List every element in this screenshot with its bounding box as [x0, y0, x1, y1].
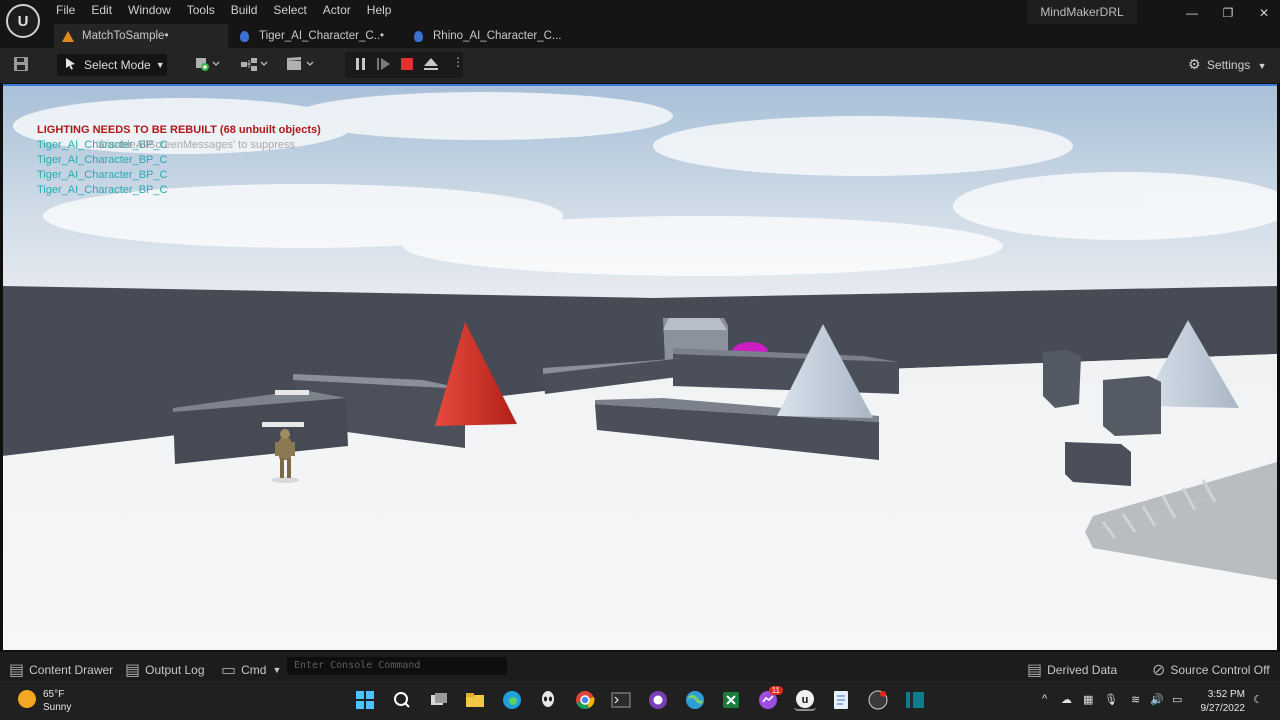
unreal-logo-icon[interactable]: U — [6, 4, 40, 38]
weather-condition: Sunny — [43, 702, 72, 713]
output-log-label: Output Log — [145, 663, 205, 677]
folder-icon: ▤ — [9, 662, 25, 679]
menu-select[interactable]: Select — [265, 0, 314, 22]
no-entry-icon: ⊘ — [1152, 662, 1166, 679]
blueprint-icon — [240, 30, 249, 42]
tab-match-to-sample[interactable]: MatchToSample• — [54, 24, 228, 48]
battery-icon[interactable]: ▭ — [1172, 693, 1182, 706]
chevron-up-icon[interactable]: ^ — [1042, 693, 1047, 705]
search-icon[interactable] — [391, 689, 413, 711]
console-input[interactable]: Enter Console Command — [287, 657, 507, 675]
lighting-warning: LIGHTING NEEDS TO BE REBUILT (68 unbuilt… — [37, 124, 321, 136]
gear-icon: ⚙ — [1188, 56, 1201, 72]
notification-badge: 11 — [768, 686, 783, 695]
blueprint-icon — [414, 30, 423, 42]
terminal-icon: ▭ — [221, 662, 237, 679]
weather-temp: 65°F — [43, 689, 65, 700]
tab-tiger-character[interactable]: Tiger_AI_Character_C..• — [228, 24, 406, 48]
cmd-dropdown[interactable]: ▭ Cmd ▼ — [221, 660, 281, 680]
system-clock[interactable]: 3:52 PM 9/27/2022 — [1197, 688, 1246, 716]
menu-actor[interactable]: Actor — [315, 0, 359, 22]
cinematics-icon[interactable] — [286, 56, 316, 75]
edge-browser-icon[interactable] — [501, 689, 523, 711]
chevron-down-icon: ▼ — [1257, 61, 1267, 71]
menu-window[interactable]: Window — [120, 0, 179, 22]
actor-message: Tiger_AI_Character_BP_C — [37, 184, 168, 196]
microphone-icon[interactable]: 🎙 — [1104, 693, 1118, 706]
tab-label: Tiger_AI_Character_C..• — [259, 30, 385, 42]
select-mode-label: Select Mode — [84, 58, 151, 72]
log-icon: ▤ — [125, 662, 141, 679]
wifi-icon[interactable]: ≋ — [1131, 693, 1140, 706]
select-mode-dropdown[interactable]: Select Mode ▼ — [57, 54, 167, 76]
menu-build[interactable]: Build — [223, 0, 266, 22]
source-control-label: Source Control Off — [1170, 663, 1270, 677]
sun-icon[interactable] — [18, 690, 36, 708]
tab-rhino-character[interactable]: Rhino_AI_Character_C... — [406, 24, 576, 48]
weather-widget[interactable]: 65°F Sunny — [43, 688, 71, 714]
tab-label: MatchToSample• — [82, 30, 169, 42]
do-not-disturb-icon[interactable]: ☾ — [1253, 693, 1263, 706]
minimize-button[interactable]: — — [1182, 6, 1202, 20]
content-drawer-button[interactable]: ▤ Content Drawer — [9, 660, 113, 680]
file-explorer-icon[interactable] — [464, 689, 486, 711]
notepad-icon[interactable] — [830, 689, 852, 711]
content-drawer-label: Content Drawer — [29, 663, 114, 677]
menu-bar: File Edit Window Tools Build Select Acto… — [48, 0, 399, 22]
menu-edit[interactable]: Edit — [83, 0, 120, 22]
save-icon[interactable] — [13, 56, 29, 75]
actor-message-row: Tiger_AI_Character_BP_C 'DisableAllScree… — [37, 138, 321, 153]
maps-app-icon[interactable] — [684, 689, 706, 711]
actor-message: Tiger_AI_Character_BP_C — [37, 169, 168, 181]
source-control-button[interactable]: ⊘ Source Control Off — [1152, 660, 1270, 680]
eject-icon[interactable] — [423, 57, 439, 74]
chevron-down-icon: ▼ — [272, 665, 282, 675]
stop-icon[interactable] — [400, 57, 414, 74]
level-icon — [62, 30, 74, 42]
clock-time: 3:52 PM — [1207, 689, 1245, 700]
obs-recorder-icon[interactable] — [867, 689, 889, 711]
output-log-button[interactable]: ▤ Output Log — [125, 660, 205, 680]
speaker-icon[interactable]: 🔊 — [1150, 693, 1164, 706]
cmd-label: Cmd — [241, 663, 267, 677]
step-icon[interactable] — [376, 57, 392, 74]
menu-help[interactable]: Help — [359, 0, 400, 22]
tab-label: Rhino_AI_Character_C... — [433, 30, 562, 42]
github-icon[interactable] — [647, 689, 669, 711]
settings-label: Settings — [1206, 58, 1251, 72]
main-toolbar — [0, 48, 1280, 83]
menu-file[interactable]: File — [48, 0, 83, 22]
document-tabs: MatchToSample• Tiger_AI_Character_C..• R… — [54, 24, 576, 48]
unreal-engine-taskbar-icon[interactable]: u — [794, 689, 816, 711]
task-view-icon[interactable] — [428, 689, 450, 711]
messenger-icon[interactable]: 11 — [757, 686, 783, 711]
excel-icon[interactable] — [720, 689, 742, 711]
actor-message: Tiger_AI_Character_BP_C — [37, 154, 168, 166]
settings-button[interactable]: ⚙ Settings ▼ — [1188, 56, 1267, 73]
screen-messages: LIGHTING NEEDS TO BE REBUILT (68 unbuilt… — [37, 123, 321, 198]
svg-text:u: u — [802, 694, 809, 706]
alienware-icon[interactable] — [537, 689, 559, 711]
derived-data-button[interactable]: ▤ Derived Data — [1027, 660, 1117, 680]
derived-data-label: Derived Data — [1047, 663, 1118, 677]
add-actor-icon[interactable] — [195, 56, 221, 75]
clock-date: 9/27/2022 — [1200, 703, 1246, 714]
chevron-down-icon: ▼ — [155, 60, 165, 70]
close-button[interactable]: ✕ — [1254, 6, 1274, 20]
terminal-app-icon[interactable] — [610, 689, 632, 711]
pause-icon[interactable] — [354, 57, 368, 74]
restore-button[interactable]: ❐ — [1218, 6, 1238, 20]
windows-start-icon[interactable] — [354, 689, 376, 711]
app-window-icon[interactable] — [904, 689, 926, 711]
more-options-icon[interactable]: ⋮ — [452, 55, 464, 69]
app-tray-icon[interactable]: ▦ — [1083, 693, 1093, 706]
cloud-icon[interactable]: ☁ — [1061, 693, 1072, 706]
menu-tools[interactable]: Tools — [179, 0, 223, 22]
database-icon: ▤ — [1027, 662, 1043, 679]
project-name: MindMakerDRL — [1027, 0, 1137, 24]
suppress-hint: 'DisableAllScreenMessages' to suppress — [97, 139, 296, 151]
select-arrow-icon — [65, 57, 77, 73]
chrome-icon[interactable] — [574, 689, 596, 711]
blueprint-menu-icon[interactable] — [240, 56, 270, 75]
